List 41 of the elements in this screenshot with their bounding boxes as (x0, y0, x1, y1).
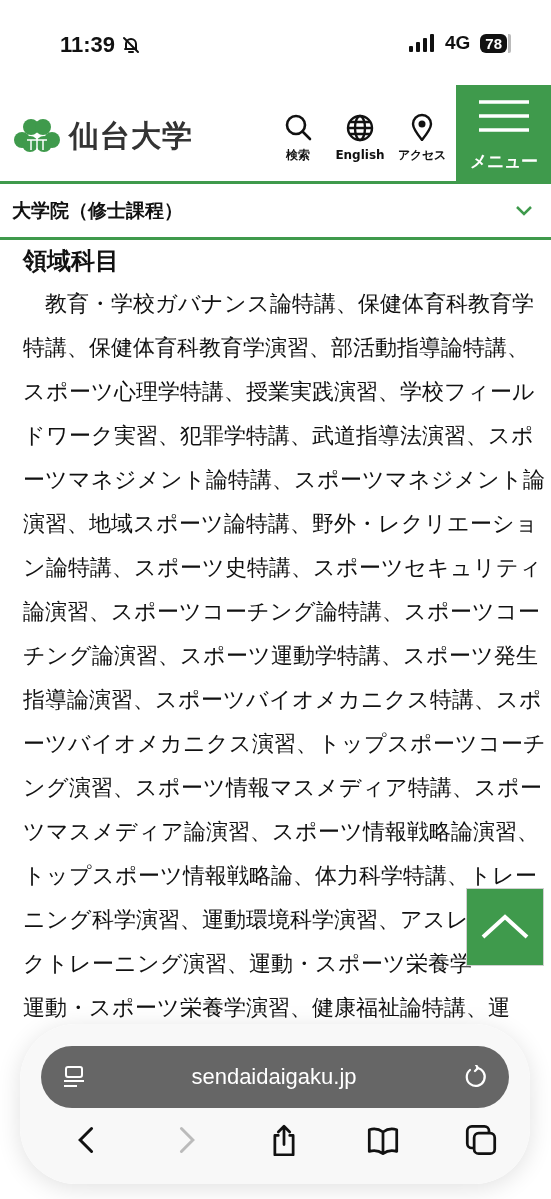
menu-button[interactable]: メニュー (456, 85, 551, 181)
text-line: 論演習、スポーツコーチング論特講、スポーツコー (23, 599, 540, 625)
text-line: 運動・スポーツ栄養学演習、健康福祉論特講、運 (23, 995, 510, 1021)
signal-icon (408, 34, 435, 52)
dropdown-label: 大学院（修士課程） (12, 197, 183, 223)
text-line: チング論演習、スポーツ運動学特講、スポーツ発生 (23, 643, 538, 669)
section-heading: 領域科目 (23, 246, 120, 277)
text-line: 指導論演習、スポーツバイオメカニクス特講、スポ (23, 687, 542, 713)
tabs-icon[interactable] (465, 1124, 497, 1156)
bell-slash-icon (121, 35, 142, 55)
text-line: ツマスメディア論演習、スポーツ情報戦略論演習、 (23, 819, 539, 845)
reload-icon (463, 1065, 487, 1089)
text-line: 特講、保健体育科教育学演習、部活動指導論特講、 (23, 335, 529, 361)
section-dropdown[interactable]: 大学院（修士課程） (0, 184, 551, 240)
hamburger-icon (478, 99, 529, 132)
text-line: トップスポーツ情報戦略論、体力科学特講、トレー (23, 863, 537, 889)
university-name[interactable]: 仙台大学 (69, 115, 193, 157)
address-bar[interactable]: sendaidaigaku.jp (41, 1046, 509, 1108)
text-line: スポーツ心理学特講、授業実践演習、学校フィール (23, 379, 535, 405)
text-line: ン論特講、スポーツ史特講、スポーツセキュリティ (23, 555, 542, 581)
battery-indicator: 78 (480, 33, 507, 53)
clover-logo-icon (13, 118, 61, 154)
nav-link[interactable]: English (332, 114, 388, 162)
clock-time: 11:39 (60, 32, 116, 58)
nav-link[interactable]: 検索 (270, 112, 326, 164)
text-line: ニング科学演習、運動環境科学演習、アスレ (23, 907, 469, 933)
url-text: sendaidaigaku.jp (191, 1064, 357, 1090)
text-line: ーツマネジメント論特講、スポーツマネジメント論 (23, 467, 545, 493)
text-line: 教育・学校ガバナンス論特講、保健体育科教育学 (44, 291, 534, 317)
text-line: ドワーク実習、犯罪学特講、武道指導法演習、スポ (23, 423, 534, 449)
text-line: クトレーニング演習、運動・スポーツ栄養学 (23, 951, 472, 977)
network-label: 4G (444, 32, 471, 54)
text-line: ング演習、スポーツ情報マスメディア特講、スポー (23, 775, 542, 801)
text-line: 演習、地域スポーツ論特講、野外・レクリエーショ (23, 511, 538, 537)
search-icon (284, 112, 312, 141)
reader-icon (63, 1065, 85, 1089)
chevron-up-icon (480, 914, 530, 940)
menu-label: メニュー (469, 149, 538, 173)
text-line: ーツバイオメカニクス演習、トップスポーツコーチ (23, 731, 546, 757)
nav-link[interactable]: アクセス (394, 112, 450, 164)
globe-icon (346, 114, 374, 142)
